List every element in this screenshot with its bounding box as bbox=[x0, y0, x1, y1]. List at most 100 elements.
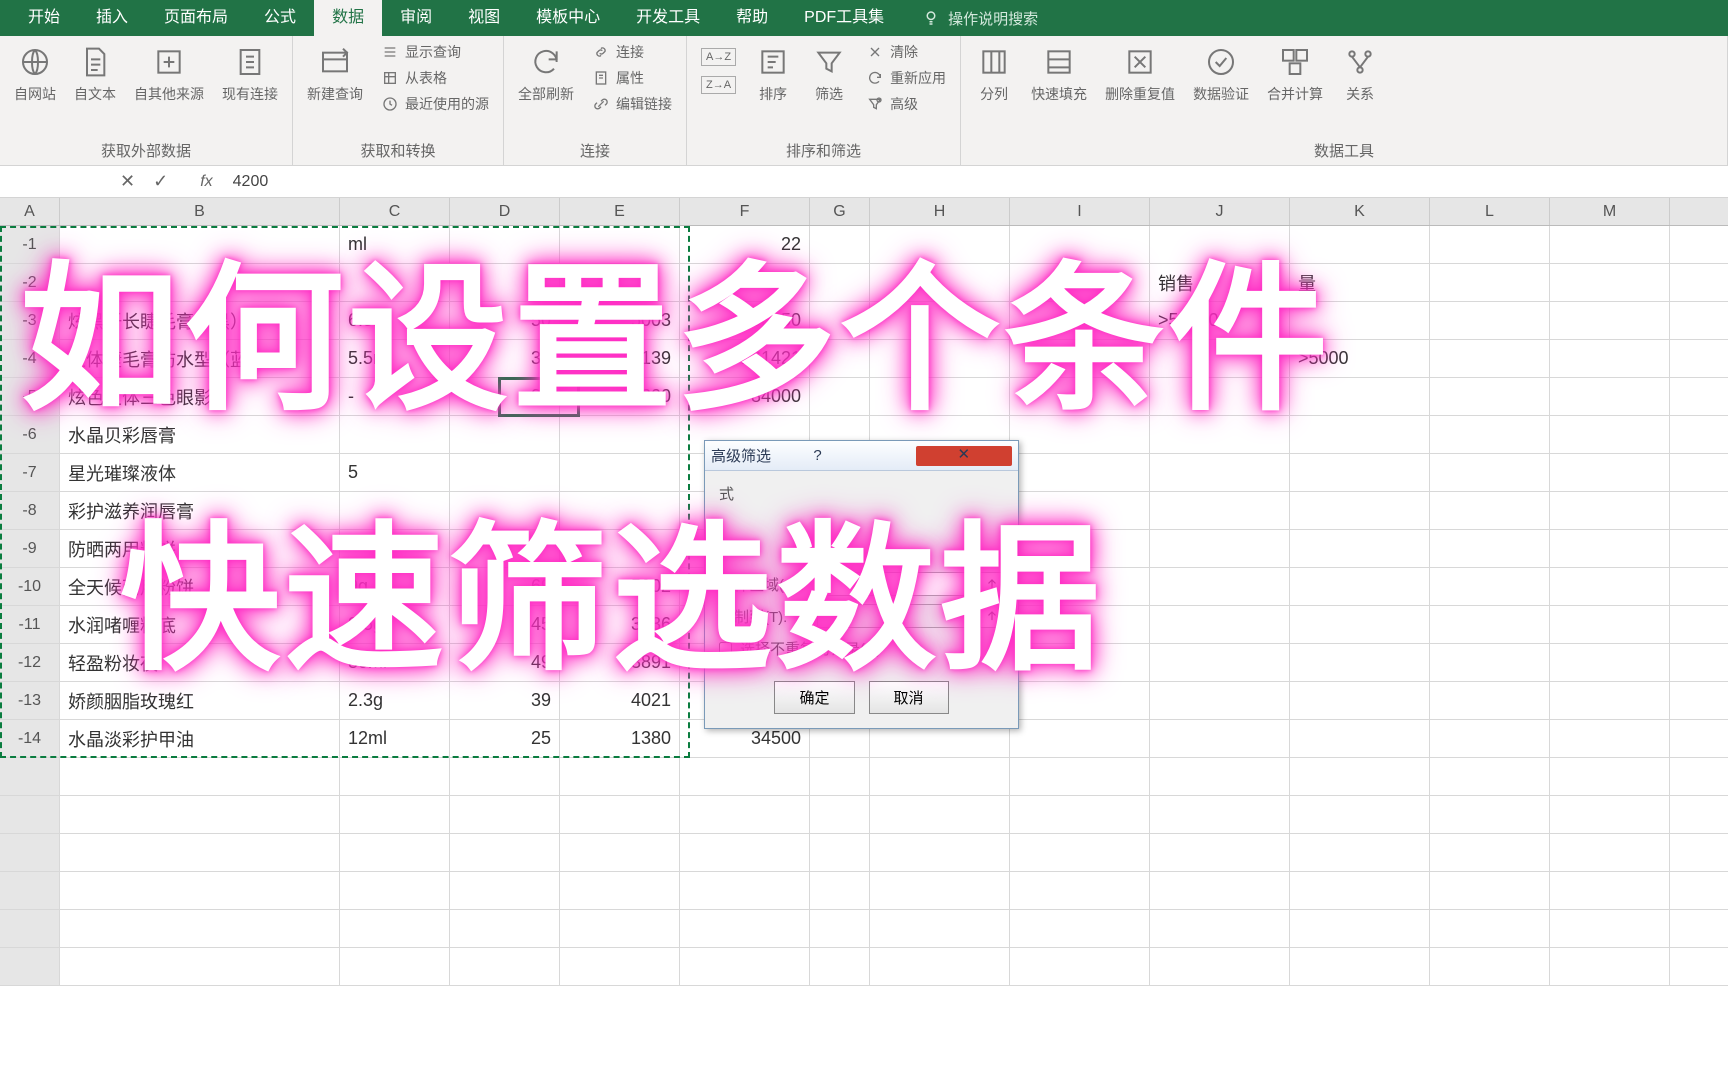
cell[interactable] bbox=[1010, 226, 1150, 263]
cell[interactable] bbox=[560, 264, 680, 301]
cell[interactable]: 4021 bbox=[560, 682, 680, 719]
col-header[interactable]: M bbox=[1550, 198, 1670, 225]
cell[interactable]: -9 bbox=[0, 530, 60, 567]
cell[interactable] bbox=[1010, 872, 1150, 909]
cell[interactable] bbox=[680, 872, 810, 909]
cell[interactable] bbox=[60, 264, 340, 301]
cell[interactable] bbox=[1010, 720, 1150, 757]
cell[interactable] bbox=[1150, 758, 1290, 795]
tab-view[interactable]: 视图 bbox=[450, 0, 518, 36]
cell[interactable] bbox=[1290, 910, 1430, 947]
fx-label[interactable]: fx bbox=[188, 173, 224, 191]
cell[interactable] bbox=[450, 492, 560, 529]
cell[interactable] bbox=[870, 340, 1010, 377]
cell[interactable] bbox=[680, 834, 810, 871]
cell[interactable] bbox=[340, 758, 450, 795]
cell[interactable] bbox=[1010, 416, 1150, 453]
tab-pdf[interactable]: PDF工具集 bbox=[786, 0, 902, 36]
cell[interactable] bbox=[1290, 948, 1430, 985]
cell[interactable]: 防晒两用粉饼 bbox=[60, 530, 340, 567]
cell[interactable]: 3891 bbox=[560, 644, 680, 681]
cell[interactable]: 39 bbox=[450, 682, 560, 719]
cell[interactable] bbox=[0, 910, 60, 947]
cell[interactable]: -13 bbox=[0, 682, 60, 719]
cell[interactable] bbox=[1430, 606, 1550, 643]
cell[interactable] bbox=[1550, 416, 1670, 453]
cell[interactable]: 娇颜胭脂玫瑰红 bbox=[60, 682, 340, 719]
cell[interactable] bbox=[1430, 948, 1550, 985]
cell[interactable] bbox=[810, 948, 870, 985]
cell[interactable] bbox=[1550, 264, 1670, 301]
cell[interactable] bbox=[680, 796, 810, 833]
cell[interactable] bbox=[1010, 530, 1150, 567]
tab-help[interactable]: 帮助 bbox=[718, 0, 786, 36]
btn-reapply[interactable]: 重新应用 bbox=[860, 66, 952, 90]
cell[interactable] bbox=[340, 492, 450, 529]
cell[interactable] bbox=[340, 416, 450, 453]
confirm-icon[interactable]: ✓ bbox=[153, 171, 168, 192]
cell[interactable] bbox=[810, 264, 870, 301]
cell[interactable] bbox=[1010, 834, 1150, 871]
cell[interactable] bbox=[1550, 720, 1670, 757]
cell[interactable]: 炫黑纤长睫毛膏（黑） bbox=[60, 302, 340, 339]
cell[interactable] bbox=[560, 872, 680, 909]
cancel-icon[interactable]: ✕ bbox=[120, 171, 135, 192]
tab-templates[interactable]: 模板中心 bbox=[518, 0, 618, 36]
cell[interactable] bbox=[1430, 682, 1550, 719]
cell[interactable] bbox=[1550, 796, 1670, 833]
cell[interactable]: -12 bbox=[0, 644, 60, 681]
cell[interactable] bbox=[680, 758, 810, 795]
cell[interactable] bbox=[1430, 644, 1550, 681]
cell[interactable] bbox=[810, 796, 870, 833]
cell[interactable] bbox=[1290, 720, 1430, 757]
cell[interactable]: >500000 bbox=[1150, 302, 1290, 339]
cell[interactable] bbox=[1010, 492, 1150, 529]
range-picker-icon[interactable] bbox=[980, 572, 1004, 596]
cell[interactable] bbox=[870, 302, 1010, 339]
cell[interactable]: 5.5ml bbox=[340, 340, 450, 377]
cell[interactable]: 立体睫毛膏防水型（蓝） bbox=[60, 340, 340, 377]
cell[interactable] bbox=[1550, 530, 1670, 567]
cell[interactable] bbox=[810, 378, 870, 415]
cell[interactable] bbox=[340, 264, 450, 301]
cell[interactable] bbox=[810, 872, 870, 909]
cell[interactable] bbox=[1550, 302, 1670, 339]
cell[interactable] bbox=[560, 834, 680, 871]
col-header[interactable]: A bbox=[0, 198, 60, 225]
col-header[interactable]: K bbox=[1290, 198, 1430, 225]
cell[interactable] bbox=[1550, 910, 1670, 947]
cell[interactable] bbox=[1290, 644, 1430, 681]
cell[interactable] bbox=[1150, 644, 1290, 681]
table-row[interactable]: -3炫黑纤长睫毛膏（黑）6.5ml505003250150>500000 bbox=[0, 302, 1728, 340]
cell[interactable] bbox=[340, 834, 450, 871]
btn-sort-za[interactable]: Z→A bbox=[695, 74, 742, 96]
cell[interactable] bbox=[810, 226, 870, 263]
cell[interactable]: 161421 bbox=[680, 340, 810, 377]
cell[interactable] bbox=[1430, 378, 1550, 415]
col-header[interactable]: E bbox=[560, 198, 680, 225]
btn-clear[interactable]: 清除 bbox=[860, 40, 952, 64]
cell[interactable]: 销售 bbox=[1150, 264, 1290, 301]
cell[interactable]: 水晶淡彩护甲油 bbox=[60, 720, 340, 757]
cell[interactable]: -5 bbox=[0, 378, 60, 415]
cell[interactable] bbox=[1550, 834, 1670, 871]
table-row[interactable] bbox=[0, 796, 1728, 834]
cell[interactable] bbox=[1150, 226, 1290, 263]
cell[interactable] bbox=[1150, 530, 1290, 567]
cell[interactable]: 5003 bbox=[560, 302, 680, 339]
btn-flash-fill[interactable]: 快速填充 bbox=[1025, 40, 1093, 108]
cell[interactable]: -7 bbox=[0, 454, 60, 491]
btn-consolidate[interactable]: 合并计算 bbox=[1261, 40, 1329, 108]
cell[interactable] bbox=[870, 226, 1010, 263]
cell[interactable] bbox=[560, 226, 680, 263]
table-row[interactable]: -5炫色立体三色眼影-20420084000 bbox=[0, 378, 1728, 416]
btn-data-validation[interactable]: 数据验证 bbox=[1187, 40, 1255, 108]
cell[interactable] bbox=[1550, 568, 1670, 605]
cell[interactable]: -6 bbox=[0, 416, 60, 453]
cell[interactable] bbox=[870, 378, 1010, 415]
range-picker-icon[interactable] bbox=[980, 604, 1004, 628]
cell[interactable]: 25 bbox=[450, 720, 560, 757]
tab-dev[interactable]: 开发工具 bbox=[618, 0, 718, 36]
cell[interactable] bbox=[60, 226, 340, 263]
cell[interactable]: 4200 bbox=[560, 378, 680, 415]
